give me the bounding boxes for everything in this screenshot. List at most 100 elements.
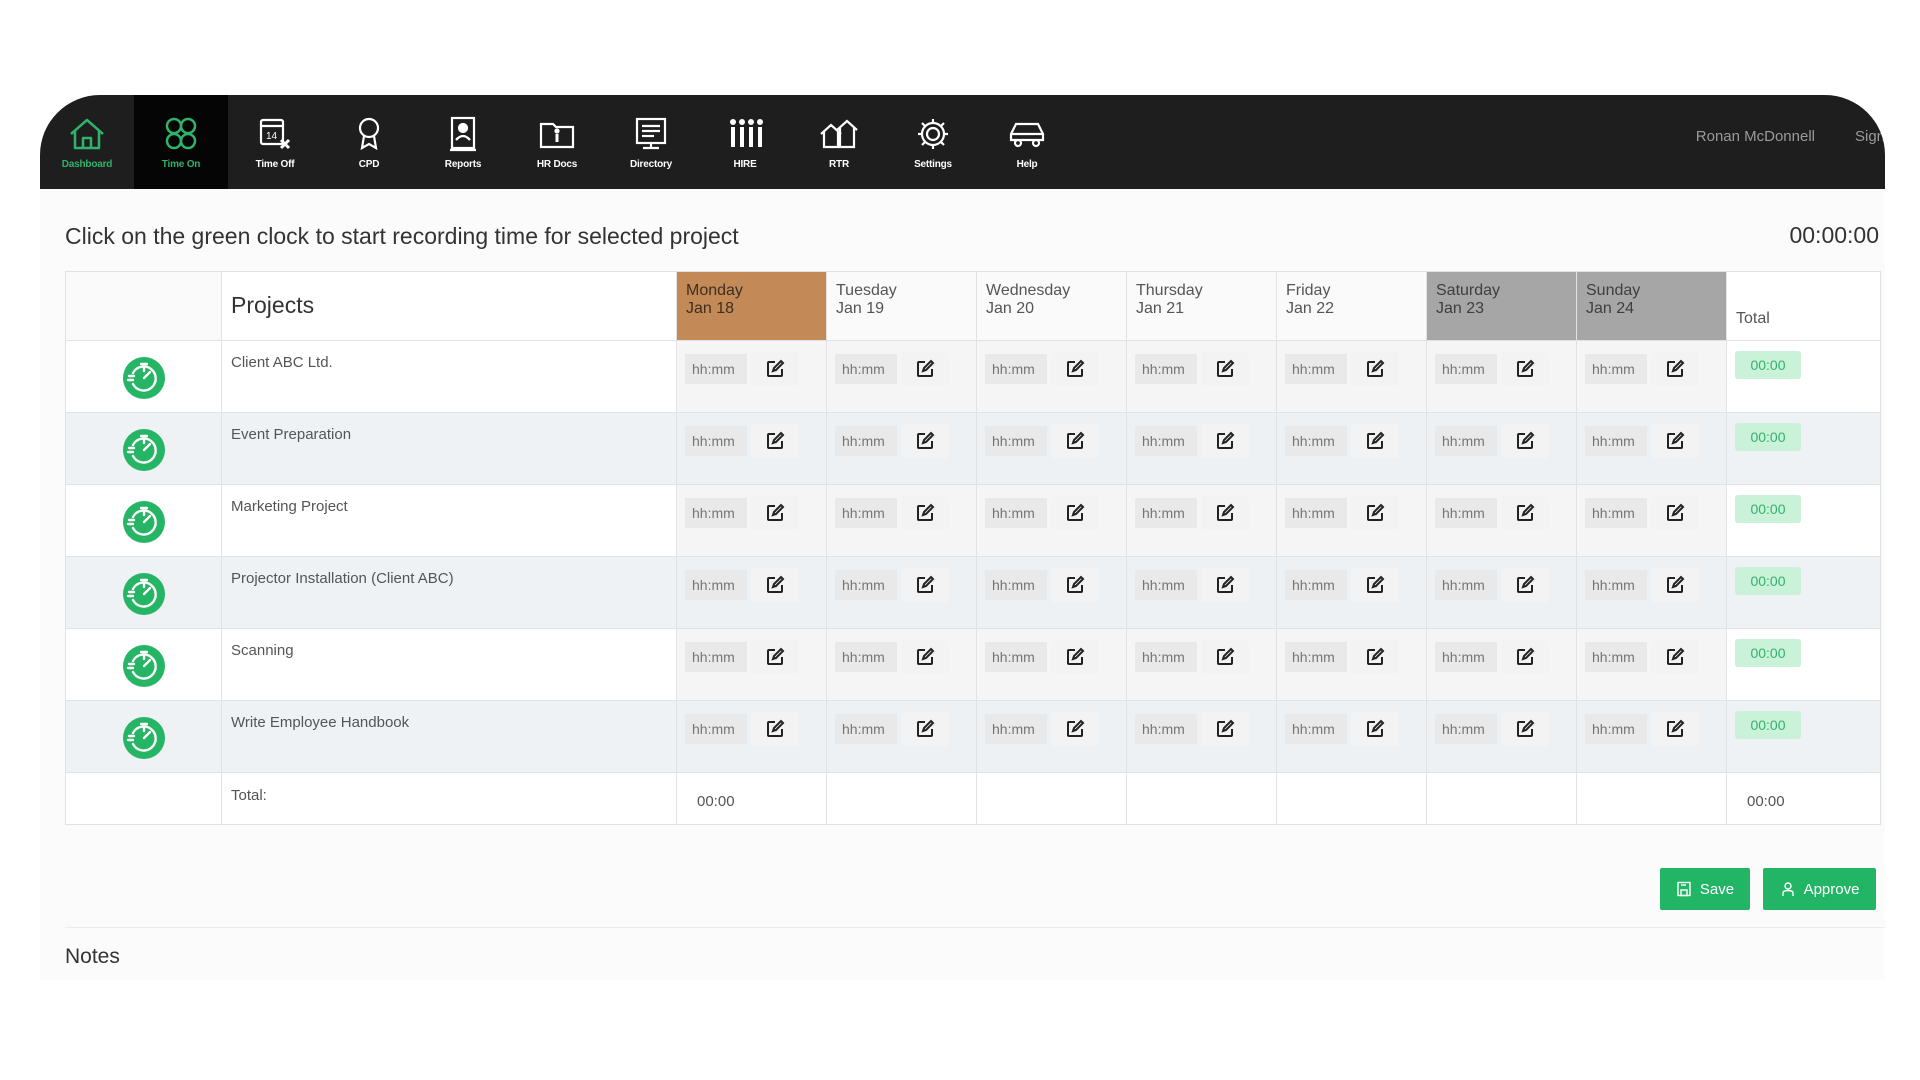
edit-icon[interactable] <box>1351 424 1399 458</box>
edit-icon[interactable] <box>1051 712 1099 746</box>
nav-item-time-off[interactable]: 14 Time Off <box>228 95 322 189</box>
edit-icon[interactable] <box>1201 496 1249 530</box>
approve-button[interactable]: Approve <box>1763 868 1876 910</box>
edit-icon[interactable] <box>1051 568 1099 602</box>
nav-item-settings[interactable]: Settings <box>886 95 980 189</box>
nav-item-rtr[interactable]: RTR <box>792 95 886 189</box>
time-input[interactable] <box>835 714 897 744</box>
edit-icon[interactable] <box>1201 568 1249 602</box>
time-input[interactable] <box>835 642 897 672</box>
time-input[interactable] <box>1135 498 1197 528</box>
edit-icon[interactable] <box>1501 712 1549 746</box>
edit-icon[interactable] <box>1501 568 1549 602</box>
time-input[interactable] <box>1585 714 1647 744</box>
time-input[interactable] <box>685 498 747 528</box>
time-input[interactable] <box>1285 714 1347 744</box>
edit-icon[interactable] <box>1051 424 1099 458</box>
edit-icon[interactable] <box>1501 424 1549 458</box>
edit-icon[interactable] <box>751 424 799 458</box>
edit-icon[interactable] <box>1051 640 1099 674</box>
time-input[interactable] <box>1435 354 1497 384</box>
nav-item-time-on[interactable]: Time On <box>134 95 228 189</box>
time-input[interactable] <box>1585 570 1647 600</box>
time-input[interactable] <box>1435 642 1497 672</box>
edit-icon[interactable] <box>1651 424 1699 458</box>
edit-icon[interactable] <box>901 712 949 746</box>
time-input[interactable] <box>985 426 1047 456</box>
stopwatch-icon[interactable] <box>120 497 168 545</box>
edit-icon[interactable] <box>1651 496 1699 530</box>
edit-icon[interactable] <box>1051 352 1099 386</box>
nav-item-cpd[interactable]: CPD <box>322 95 416 189</box>
time-input[interactable] <box>985 714 1047 744</box>
time-input[interactable] <box>1135 426 1197 456</box>
time-input[interactable] <box>1285 354 1347 384</box>
time-input[interactable] <box>985 570 1047 600</box>
nav-item-reports[interactable]: Reports <box>416 95 510 189</box>
time-input[interactable] <box>1435 498 1497 528</box>
edit-icon[interactable] <box>1201 424 1249 458</box>
edit-icon[interactable] <box>1351 640 1399 674</box>
time-input[interactable] <box>1135 642 1197 672</box>
sign-out-link[interactable]: Sign <box>1855 128 1885 145</box>
edit-icon[interactable] <box>751 640 799 674</box>
time-input[interactable] <box>685 570 747 600</box>
edit-icon[interactable] <box>1351 568 1399 602</box>
edit-icon[interactable] <box>751 352 799 386</box>
edit-icon[interactable] <box>751 712 799 746</box>
time-input[interactable] <box>835 570 897 600</box>
edit-icon[interactable] <box>1651 640 1699 674</box>
nav-item-hr-docs[interactable]: HR Docs <box>510 95 604 189</box>
time-input[interactable] <box>835 354 897 384</box>
time-input[interactable] <box>1285 642 1347 672</box>
time-input[interactable] <box>1585 354 1647 384</box>
time-input[interactable] <box>835 498 897 528</box>
time-input[interactable] <box>1135 714 1197 744</box>
edit-icon[interactable] <box>1351 496 1399 530</box>
edit-icon[interactable] <box>901 640 949 674</box>
time-input[interactable] <box>1585 426 1647 456</box>
stopwatch-icon[interactable] <box>120 641 168 689</box>
time-input[interactable] <box>1135 570 1197 600</box>
time-input[interactable] <box>1285 570 1347 600</box>
time-input[interactable] <box>1435 714 1497 744</box>
time-input[interactable] <box>685 354 747 384</box>
time-input[interactable] <box>1435 570 1497 600</box>
edit-icon[interactable] <box>1651 568 1699 602</box>
edit-icon[interactable] <box>751 496 799 530</box>
time-input[interactable] <box>835 426 897 456</box>
time-input[interactable] <box>1435 426 1497 456</box>
edit-icon[interactable] <box>1501 496 1549 530</box>
time-input[interactable] <box>985 642 1047 672</box>
time-input[interactable] <box>685 714 747 744</box>
time-input[interactable] <box>985 498 1047 528</box>
time-input[interactable] <box>1285 498 1347 528</box>
save-button[interactable]: Save <box>1660 868 1750 910</box>
stopwatch-icon[interactable] <box>120 353 168 401</box>
nav-item-directory[interactable]: Directory <box>604 95 698 189</box>
nav-item-dashboard[interactable]: Dashboard <box>40 95 134 189</box>
edit-icon[interactable] <box>901 352 949 386</box>
stopwatch-icon[interactable] <box>120 713 168 761</box>
edit-icon[interactable] <box>1351 352 1399 386</box>
stopwatch-icon[interactable] <box>120 569 168 617</box>
nav-item-help[interactable]: Help <box>980 95 1074 189</box>
edit-icon[interactable] <box>1351 712 1399 746</box>
stopwatch-icon[interactable] <box>120 425 168 473</box>
time-input[interactable] <box>685 642 747 672</box>
edit-icon[interactable] <box>1501 640 1549 674</box>
edit-icon[interactable] <box>1201 352 1249 386</box>
time-input[interactable] <box>685 426 747 456</box>
edit-icon[interactable] <box>901 568 949 602</box>
edit-icon[interactable] <box>751 568 799 602</box>
edit-icon[interactable] <box>1651 352 1699 386</box>
edit-icon[interactable] <box>901 424 949 458</box>
edit-icon[interactable] <box>1651 712 1699 746</box>
time-input[interactable] <box>985 354 1047 384</box>
edit-icon[interactable] <box>1201 712 1249 746</box>
user-name[interactable]: Ronan McDonnell <box>1696 128 1815 145</box>
edit-icon[interactable] <box>1501 352 1549 386</box>
time-input[interactable] <box>1585 642 1647 672</box>
edit-icon[interactable] <box>901 496 949 530</box>
edit-icon[interactable] <box>1051 496 1099 530</box>
